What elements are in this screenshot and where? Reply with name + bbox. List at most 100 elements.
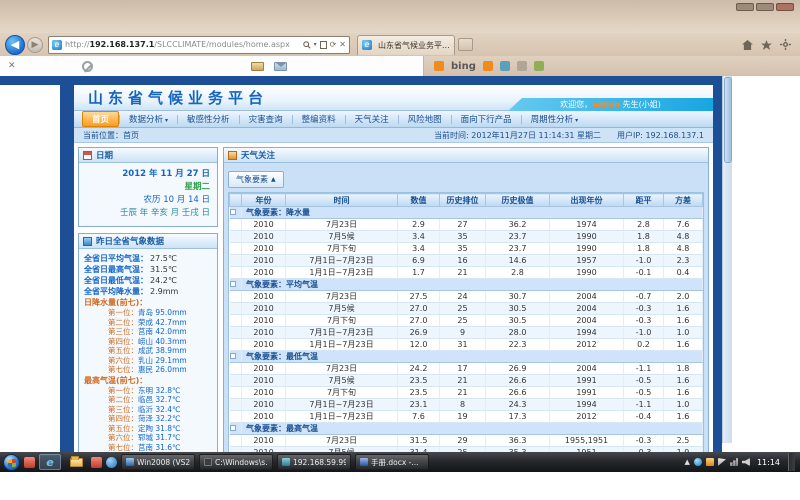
table-row[interactable]: 20107月下旬23.52126.61991-0.51.6 xyxy=(230,387,703,399)
toolbar-app-icon-4[interactable] xyxy=(534,61,544,71)
pinned-app-icon[interactable] xyxy=(24,457,35,468)
nav-item-0[interactable]: 首页 xyxy=(82,111,119,127)
search-icon[interactable] xyxy=(303,41,311,49)
nav-item-5[interactable]: 天气关注 xyxy=(346,112,398,126)
search-dropdown-icon[interactable]: ▾ xyxy=(314,41,317,48)
stop-icon[interactable]: ✕ xyxy=(339,40,346,49)
nav-item-4[interactable]: 整编资料 xyxy=(293,112,345,126)
table-row[interactable]: 20107月1日~7月23日26.9928.01994-1.01.0 xyxy=(230,327,703,339)
security-tray-icon[interactable] xyxy=(706,458,714,466)
table-row[interactable]: 20107月5候23.52126.61991-0.51.6 xyxy=(230,375,703,387)
nav-item-1[interactable]: 数据分析▾ xyxy=(120,112,177,126)
table-group-header[interactable]: 气象要素：最低气温 xyxy=(230,351,703,363)
action-center-flag-icon[interactable] xyxy=(718,458,726,466)
start-button[interactable] xyxy=(3,454,20,471)
column-header-4[interactable]: 历史极值 xyxy=(486,194,550,207)
refresh-icon[interactable]: ⟳ xyxy=(330,40,337,49)
maximize-button[interactable] xyxy=(756,3,774,11)
browser-tab[interactable]: e 山东省气候业务平... ✕ xyxy=(357,35,455,55)
table-row[interactable]: 20107月下旬27.02530.52004-0.31.6 xyxy=(230,315,703,327)
window-button-label: Win2008 (VS2... xyxy=(137,458,190,467)
media-app-icon[interactable] xyxy=(91,457,102,468)
blocker-icon[interactable] xyxy=(82,61,93,72)
taskbar-window-button-2[interactable]: 192.168.59.99... xyxy=(277,454,351,470)
toolbar-app-icon-2[interactable] xyxy=(500,61,510,71)
table-group-header[interactable]: 气象要素：平均气温 xyxy=(230,279,703,291)
nav-item-6[interactable]: 风险地图 xyxy=(399,112,451,126)
breadcrumb-bar: 当前位置：首页 当前时间: 2012年11月27日 11:14:31 星期二 用… xyxy=(74,128,713,143)
cell: 14.6 xyxy=(486,255,550,267)
table-row[interactable]: 20101月1日~7月23日1.7212.81990-0.10.4 xyxy=(230,267,703,279)
column-header-7[interactable]: 方差 xyxy=(664,194,703,207)
table-row[interactable]: 20107月23日31.52936.31955,1951-0.32.5 xyxy=(230,435,703,447)
checkbox-icon[interactable] xyxy=(230,281,236,287)
page-scrollbar[interactable] xyxy=(722,76,732,443)
column-header-3[interactable]: 历史排位 xyxy=(440,194,486,207)
table-row[interactable]: 20101月1日~7月23日12.03122.320120.21.6 xyxy=(230,339,703,351)
table-group-header[interactable]: 气象要素：降水量 xyxy=(230,207,703,219)
taskbar-window-button-3[interactable]: 手册.docx -... xyxy=(355,454,429,470)
show-desktop-button[interactable] xyxy=(788,453,795,471)
table-group-header[interactable]: 气象要素：最高气温 xyxy=(230,423,703,435)
table-row[interactable]: 20107月5候3.43523.719901.84.8 xyxy=(230,231,703,243)
row-checkbox-cell xyxy=(230,387,242,399)
column-header-6[interactable]: 距平 xyxy=(624,194,664,207)
forward-button[interactable]: ▶ xyxy=(27,37,43,53)
nav-item-8[interactable]: 周期性分析▾ xyxy=(522,112,588,126)
new-tab-button[interactable] xyxy=(458,38,473,51)
checkbox-icon[interactable] xyxy=(230,425,236,431)
table-row[interactable]: 20107月23日2.92736.219742.87.6 xyxy=(230,219,703,231)
table-row[interactable]: 20101月1日~7月23日7.61917.32012-0.41.6 xyxy=(230,411,703,423)
mail-icon[interactable] xyxy=(274,62,287,71)
checkbox-icon[interactable] xyxy=(230,209,236,215)
cell: 1.6 xyxy=(664,411,703,423)
row-checkbox-cell xyxy=(230,303,242,315)
bing-label[interactable]: bing xyxy=(451,61,476,72)
rank-position: 第二位： xyxy=(108,395,138,404)
cell: 3.4 xyxy=(398,231,440,243)
toolbar-app-icon-3[interactable] xyxy=(517,61,527,71)
close-toolbar-icon[interactable]: ✕ xyxy=(8,61,16,71)
browser-app-icon[interactable] xyxy=(106,457,117,468)
home-icon[interactable] xyxy=(742,40,753,50)
column-header-0[interactable]: 年份 xyxy=(242,194,286,207)
table-row[interactable]: 20107月1日~7月23日23.1824.31994-1.11.0 xyxy=(230,399,703,411)
column-header-5[interactable]: 出现年份 xyxy=(550,194,624,207)
network-icon[interactable] xyxy=(730,458,738,466)
compatibility-view-icon[interactable] xyxy=(320,41,327,49)
taskbar-window-button-1[interactable]: C:\Windows\s... xyxy=(199,454,273,470)
cell: 1.8 xyxy=(624,231,664,243)
cell: 29 xyxy=(440,435,486,447)
cell: 1.6 xyxy=(664,303,703,315)
hidden-icons-arrow[interactable]: ▲ xyxy=(685,458,690,466)
close-button[interactable] xyxy=(776,3,794,11)
element-filter-button[interactable]: 气象要素 ▲ xyxy=(228,171,284,188)
nav-item-7[interactable]: 面向下行产品 xyxy=(452,112,521,126)
messenger-tray-icon[interactable] xyxy=(694,458,702,466)
explorer-taskbar-button[interactable] xyxy=(65,454,87,470)
taskbar-clock[interactable]: 11:14 xyxy=(757,458,780,467)
cell: 21 xyxy=(440,375,486,387)
back-button[interactable]: ◀ xyxy=(5,35,25,55)
scrollbar-thumb[interactable] xyxy=(724,77,732,163)
checkbox-icon[interactable] xyxy=(230,353,236,359)
table-row[interactable]: 20107月23日24.21726.92004-1.11.8 xyxy=(230,363,703,375)
table-row[interactable]: 20107月下旬3.43523.719901.84.8 xyxy=(230,243,703,255)
favorites-star-icon[interactable] xyxy=(761,40,772,50)
ie-taskbar-button[interactable]: e xyxy=(39,454,61,470)
tools-gear-icon[interactable] xyxy=(780,39,791,50)
tab-close-icon[interactable]: ✕ xyxy=(453,41,455,50)
column-header-1[interactable]: 时间 xyxy=(286,194,398,207)
table-row[interactable]: 20107月5候27.02530.52004-0.31.6 xyxy=(230,303,703,315)
taskbar-window-button-0[interactable]: Win2008 (VS2... xyxy=(121,454,195,470)
table-row[interactable]: 20107月23日27.52430.72004-0.72.0 xyxy=(230,291,703,303)
wallet-icon[interactable] xyxy=(251,62,264,71)
column-header-2[interactable]: 数值 xyxy=(398,194,440,207)
toolbar-app-icon-1[interactable] xyxy=(483,61,493,71)
table-row[interactable]: 20107月1日~7月23日6.91614.61957-1.02.3 xyxy=(230,255,703,267)
volume-icon[interactable] xyxy=(742,458,750,466)
nav-item-3[interactable]: 灾害查询 xyxy=(240,112,292,126)
address-bar[interactable]: e http://192.168.137.1/SLCCLIMATE/module… xyxy=(48,36,350,54)
minimize-button[interactable] xyxy=(736,3,754,11)
nav-item-2[interactable]: 敏感性分析 xyxy=(178,112,239,126)
